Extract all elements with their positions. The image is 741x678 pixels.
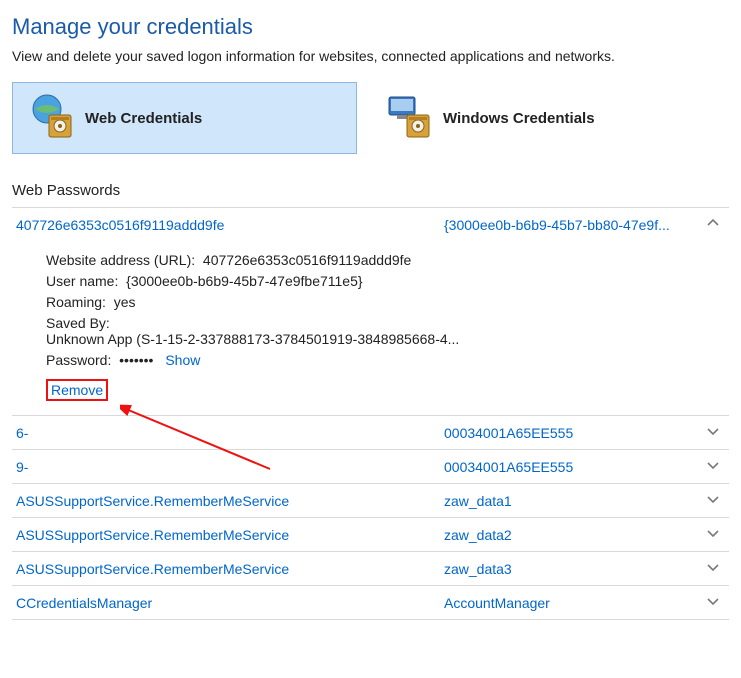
password-label: Password: (46, 352, 111, 368)
savedby-label: Saved By: (46, 315, 110, 331)
entry-site-link[interactable]: 9- (16, 459, 436, 475)
globe-safe-icon (27, 93, 75, 144)
password-value: ••••••• (119, 352, 153, 368)
page-subtitle: View and delete your saved logon informa… (12, 48, 729, 64)
chevron-down-icon[interactable] (701, 526, 725, 543)
chevron-down-icon[interactable] (701, 492, 725, 509)
credential-details: Website address (URL): 407726e6353c0516f… (12, 241, 729, 415)
tab-web-credentials[interactable]: Web Credentials (12, 82, 357, 154)
section-heading: Web Passwords (12, 182, 729, 199)
page-title: Manage your credentials (12, 14, 729, 40)
credential-row[interactable]: 6- 00034001A65EE555 (12, 415, 729, 449)
savedby-value: Unknown App (S-1-15-2-337888173-37845019… (46, 331, 459, 347)
entry-user-link[interactable]: zaw_data2 (444, 527, 693, 543)
entry-user-link[interactable]: 00034001A65EE555 (444, 425, 693, 441)
credential-row-expanded[interactable]: 407726e6353c0516f9119addd9fe {3000ee0b-b… (12, 207, 729, 241)
chevron-down-icon[interactable] (701, 560, 725, 577)
entry-user-link[interactable]: zaw_data3 (444, 561, 693, 577)
roaming-value: yes (114, 294, 136, 310)
tab-windows-credentials[interactable]: Windows Credentials (371, 82, 716, 154)
tab-web-label: Web Credentials (85, 110, 202, 127)
entry-user-link[interactable]: zaw_data1 (444, 493, 693, 509)
entry-site-link[interactable]: CCredentialsManager (16, 595, 436, 611)
credential-tabs: Web Credentials Windows Credentials (12, 82, 729, 154)
credential-row[interactable]: ASUSSupportService.RememberMeService zaw_… (12, 483, 729, 517)
entry-user-link[interactable]: {3000ee0b-b6b9-45b7-bb80-47e9f... (444, 217, 693, 233)
entry-site-link[interactable]: 6- (16, 425, 436, 441)
entry-site-link[interactable]: 407726e6353c0516f9119addd9fe (16, 217, 436, 233)
url-label: Website address (URL): (46, 252, 195, 268)
entry-site-link[interactable]: ASUSSupportService.RememberMeService (16, 493, 436, 509)
show-password-link[interactable]: Show (165, 352, 200, 368)
entry-site-link[interactable]: ASUSSupportService.RememberMeService (16, 561, 436, 577)
entry-site-link[interactable]: ASUSSupportService.RememberMeService (16, 527, 436, 543)
url-value: 407726e6353c0516f9119addd9fe (203, 252, 411, 268)
chevron-down-icon[interactable] (701, 594, 725, 611)
credential-row[interactable]: 9- 00034001A65EE555 (12, 449, 729, 483)
username-value: {3000ee0b-b6b9-45b7-47e9fbe711e5} (126, 273, 362, 289)
chevron-up-icon[interactable] (701, 216, 725, 233)
username-label: User name: (46, 273, 118, 289)
credential-row[interactable]: ASUSSupportService.RememberMeService zaw_… (12, 517, 729, 551)
monitor-safe-icon (385, 93, 433, 144)
remove-link[interactable]: Remove (46, 379, 108, 401)
credential-row[interactable]: CCredentialsManager AccountManager (12, 585, 729, 620)
entry-user-link[interactable]: 00034001A65EE555 (444, 459, 693, 475)
chevron-down-icon[interactable] (701, 424, 725, 441)
chevron-down-icon[interactable] (701, 458, 725, 475)
roaming-label: Roaming: (46, 294, 106, 310)
credential-row[interactable]: ASUSSupportService.RememberMeService zaw_… (12, 551, 729, 585)
entry-user-link[interactable]: AccountManager (444, 595, 693, 611)
tab-windows-label: Windows Credentials (443, 110, 595, 127)
